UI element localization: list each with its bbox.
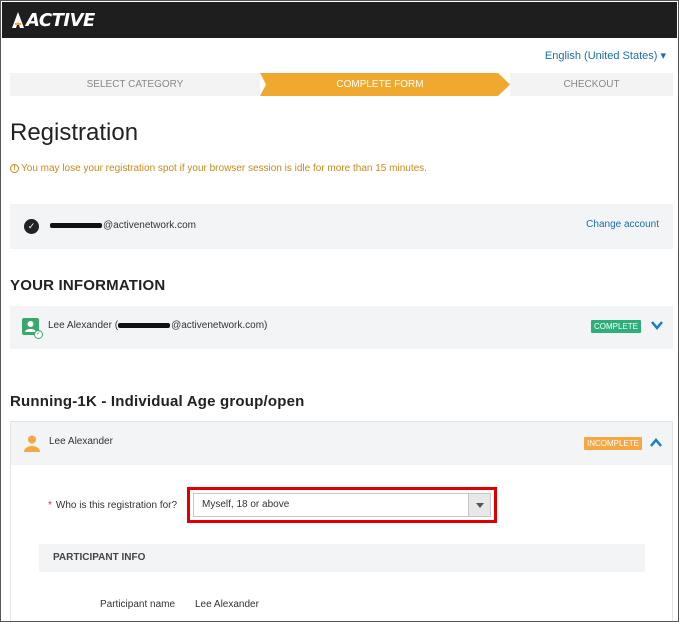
session-warning-text: You may lose your registration spot if y… [21,163,427,174]
status-badge-complete: COMPLETE [590,320,641,333]
user-icon [23,434,41,452]
chevron-up-icon[interactable] [649,436,663,450]
active-logo[interactable]: ACTIVE [11,9,95,31]
registration-for-label: * Who is this registration for? [48,500,177,511]
chevron-down-icon[interactable] [650,318,664,332]
required-mark: * [48,500,52,511]
participant-card: Lee Alexander INCOMPLETE * Who is this re… [10,421,673,621]
registration-for-select[interactable]: Myself, 18 or above [193,493,491,517]
step-select-category: SELECT CATEGORY [10,73,260,96]
info-circle-icon: ! [10,164,19,173]
your-information-heading: YOUR INFORMATION [10,277,166,294]
step-complete-form-label: COMPLETE FORM [336,79,424,90]
language-label: English (United States) [544,50,658,62]
status-badge-incomplete: INCOMPLETE [583,437,642,450]
page-frame: ACTIVE English (United States) ▾ SELECT … [0,0,679,622]
user-check-icon: ✓ [22,318,43,339]
participant-card-name: Lee Alexander [49,436,113,447]
participant-name-value: Lee Alexander [195,599,259,610]
redacted-username [50,222,102,228]
event-heading: Running-1K - Individual Age group/open [10,393,305,410]
registration-for-text: Who is this registration for? [55,500,178,511]
page-title: Registration [10,119,139,146]
highlight-box: Myself, 18 or above [187,487,497,523]
session-warning: ! You may lose your registration spot if… [10,163,427,174]
redacted-username [118,322,171,328]
user-name: Lee Alexander [48,320,112,331]
caret-down-icon: ▾ [660,50,666,62]
step-checkout: CHECKOUT [510,73,673,96]
logo-mark-icon [11,11,25,29]
language-selector[interactable]: English (United States) ▾ [545,49,666,62]
progress-steps: SELECT CATEGORY CHECKOUT COMPLETE FORM [10,73,673,96]
your-information-row[interactable]: ✓ Lee Alexander (@activenetwork.com) COM… [10,306,673,349]
change-account-link[interactable]: Change account [586,219,659,230]
caret-down-icon[interactable] [468,494,490,516]
your-information-name: Lee Alexander (@activenetwork.com) [48,320,268,331]
participant-info-header: PARTICIPANT INFO [39,544,645,572]
logo-text: ACTIVE [26,9,95,31]
step-complete-form: COMPLETE FORM [250,73,510,96]
selected-option: Myself, 18 or above [202,499,290,510]
participant-name-label: Participant name [100,599,176,610]
account-row: ✓ @activenetwork.com Change account [10,204,673,249]
account-email-domain: @activenetwork.com [103,220,196,231]
user-email-domain: @activenetwork.com) [171,320,268,331]
top-bar: ACTIVE [2,2,677,38]
participant-card-header[interactable]: Lee Alexander INCOMPLETE [11,422,672,465]
account-email: @activenetwork.com [50,220,196,231]
check-circle-icon: ✓ [24,219,39,234]
